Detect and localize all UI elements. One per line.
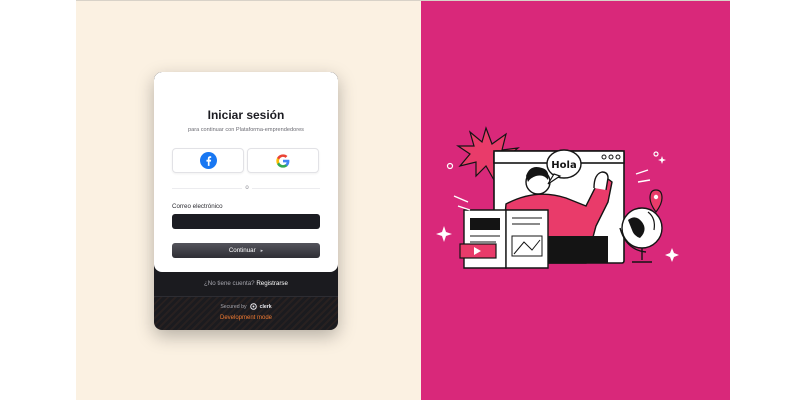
footer-divider	[154, 296, 338, 297]
clerk-logo-icon	[249, 303, 257, 310]
divider-left	[172, 188, 242, 189]
development-mode-badge: Development mode	[219, 315, 273, 321]
email-label: Correo electrónico	[172, 203, 223, 210]
laptop-base	[548, 236, 608, 263]
secured-by-row: Secured by clerk	[154, 303, 338, 310]
location-pin-icon	[649, 189, 663, 214]
facebook-login-button[interactable]	[172, 148, 244, 173]
entrepreneur-illustration: Hola	[436, 126, 679, 269]
triangle-right-icon: ▸	[260, 247, 264, 254]
page-subtitle: para continuar con Plataforma-emprendedo…	[188, 127, 304, 133]
facebook-icon	[199, 152, 217, 169]
page-title: Iniciar sesión	[207, 108, 285, 122]
continue-label: Continuar	[228, 247, 256, 254]
video-player-icon	[459, 243, 497, 259]
globe-icon	[619, 207, 663, 263]
signup-prompt: ¿No tiene cuenta?	[204, 280, 255, 287]
google-icon	[276, 153, 290, 168]
google-login-button[interactable]	[247, 148, 319, 173]
speech-text: Hola	[551, 160, 576, 171]
top-border	[76, 0, 730, 1]
footer-pattern	[154, 296, 338, 330]
signin-card: Iniciar sesión para continuar con Plataf…	[154, 72, 338, 330]
divider-right	[252, 188, 320, 189]
email-field[interactable]	[172, 214, 320, 229]
signin-form-panel: Iniciar sesión para continuar con Plataf…	[154, 72, 338, 272]
open-book	[463, 209, 549, 269]
divider-text: o	[245, 185, 249, 191]
continue-button[interactable]: Continuar ▸	[172, 243, 320, 258]
signup-link[interactable]: Registrarse	[256, 280, 288, 287]
secured-by-text: Secured by	[220, 303, 247, 310]
clerk-brand: clerk	[259, 303, 272, 310]
signup-prompt-row: ¿No tiene cuenta? Registrarse	[154, 280, 338, 287]
